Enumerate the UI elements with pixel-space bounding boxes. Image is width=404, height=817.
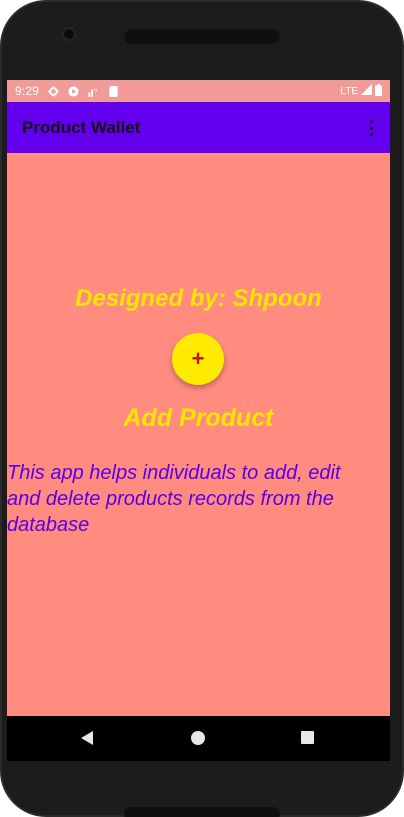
add-product-fab[interactable]: + (172, 333, 224, 385)
navigation-bar (7, 716, 390, 761)
device-screen: 9:29 ? LTE Product Wallet Designed by: S… (7, 80, 390, 761)
home-icon[interactable] (191, 731, 205, 745)
play-protect-icon (67, 85, 79, 97)
bottom-speaker (124, 807, 280, 817)
front-camera (64, 29, 74, 39)
status-bar: 9:29 ? LTE (7, 80, 390, 102)
svg-text:?: ? (94, 88, 98, 95)
plus-icon: + (191, 346, 205, 371)
status-right-group: LTE (340, 83, 382, 99)
phone-frame: 9:29 ? LTE Product Wallet Designed by: S… (0, 0, 404, 817)
menu-dot (369, 126, 373, 130)
signal-question-icon: ? (87, 85, 99, 97)
gear-icon (47, 85, 59, 97)
recents-icon[interactable] (301, 731, 314, 744)
designer-credit: Designed by: Shpoon (75, 285, 322, 312)
add-product-label: Add Product (123, 404, 274, 432)
app-bar: Product Wallet (7, 102, 390, 153)
status-time: 9:29 (15, 84, 40, 98)
app-description: This app helps individuals to add, edit … (7, 462, 341, 536)
menu-dot (369, 133, 373, 136)
sd-card-icon (107, 85, 119, 97)
earpiece-speaker (124, 28, 280, 44)
signal-icon (361, 84, 372, 98)
back-icon[interactable] (81, 731, 93, 745)
app-title: Product Wallet (22, 117, 141, 137)
battery-icon (375, 83, 382, 99)
menu-dot (369, 120, 373, 123)
network-type: LTE (340, 85, 358, 97)
more-vert-icon[interactable] (362, 118, 380, 138)
